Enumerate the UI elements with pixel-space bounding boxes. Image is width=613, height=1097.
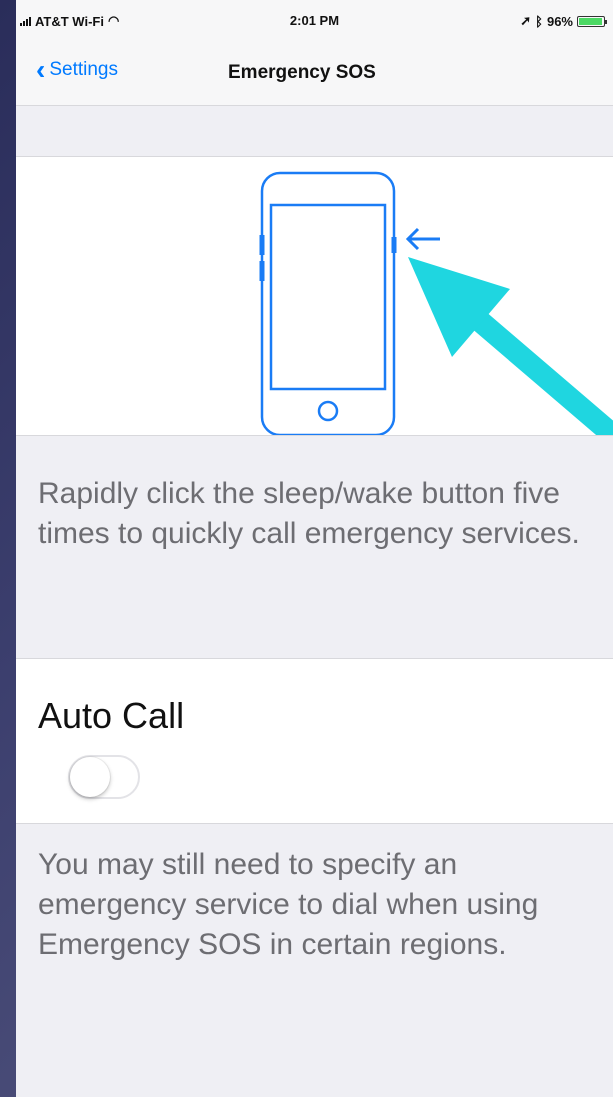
cyan-pointer-arrow-icon — [408, 257, 613, 435]
auto-call-label: Auto Call — [38, 695, 185, 736]
battery-icon — [577, 15, 607, 27]
battery-nub — [605, 19, 607, 24]
page-title: Emergency SOS — [228, 62, 376, 83]
instructions-text: Rapidly click the sleep/wake button five… — [38, 477, 580, 550]
illustration-panel — [16, 156, 613, 436]
auto-call-toggle[interactable] — [68, 755, 140, 799]
toggle-knob — [70, 757, 110, 797]
navigation-bar: ‹ Settings Emergency SOS — [16, 50, 613, 106]
bluetooth-icon: ᛒ — [535, 13, 543, 29]
device-frame: AT&T Wi-Fi ◠ 2:01 PM ➚ ᛒ 96% ‹ Settings … — [0, 0, 613, 1097]
back-button[interactable]: ‹ Settings — [36, 56, 118, 84]
footer-note: You may still need to specify an emergen… — [38, 848, 539, 961]
status-right: ➚ ᛒ 96% — [520, 13, 607, 29]
auto-call-row: Auto Call — [16, 658, 613, 824]
chevron-left-icon: ‹ — [36, 54, 46, 85]
location-arrow-icon: ➚ — [520, 13, 532, 28]
status-bar: AT&T Wi-Fi ◠ 2:01 PM ➚ ᛒ 96% — [16, 0, 613, 50]
back-button-label: Settings — [49, 59, 118, 80]
battery-fill — [579, 17, 602, 25]
iphone-outline-icon — [259, 171, 397, 435]
arrow-left-icon — [405, 227, 440, 251]
phone-screen: AT&T Wi-Fi ◠ 2:01 PM ➚ ᛒ 96% ‹ Settings … — [16, 0, 613, 1097]
illustration-svg — [259, 171, 613, 435]
battery-percent: 96% — [546, 13, 573, 29]
